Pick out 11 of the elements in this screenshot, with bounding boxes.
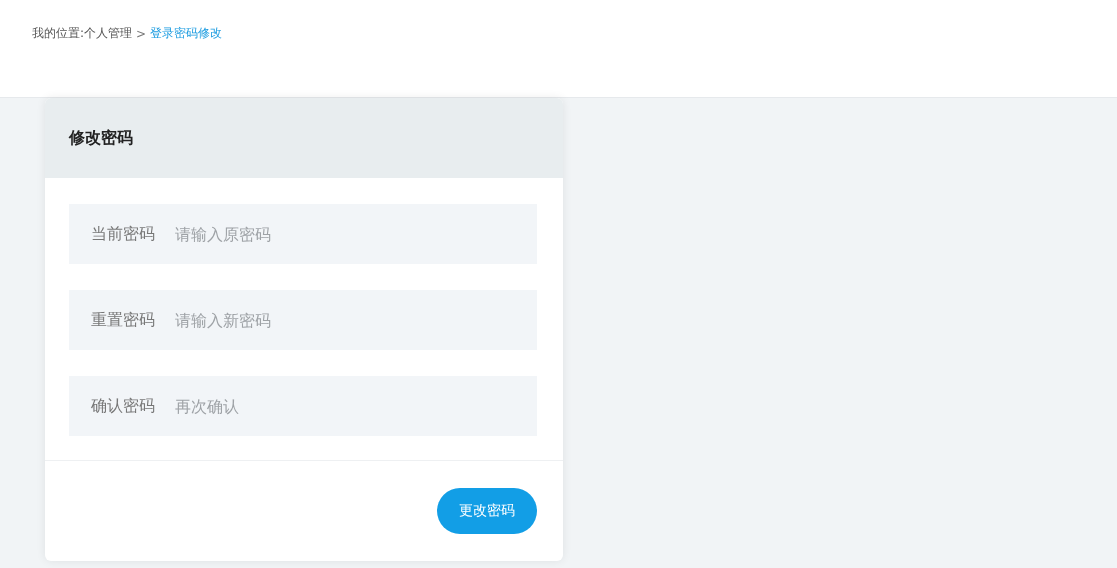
field-label: 确认密码 [91,395,155,417]
password-field[interactable]: 请输入新密码 [175,310,475,330]
breadcrumb-separator: > [136,26,147,41]
breadcrumb-link[interactable]: 登录密码修改 [150,25,223,42]
field-label: 重置密码 [91,309,155,331]
breadcrumb-text: 我的位置:个人管理 [32,25,133,42]
password-field[interactable]: 再次确认 [175,396,475,416]
card-title: 修改密码 [69,127,133,149]
change-password-button[interactable]: 更改密码 [437,488,537,534]
password-field[interactable]: 请输入原密码 [175,224,475,244]
field-label: 当前密码 [91,223,155,245]
